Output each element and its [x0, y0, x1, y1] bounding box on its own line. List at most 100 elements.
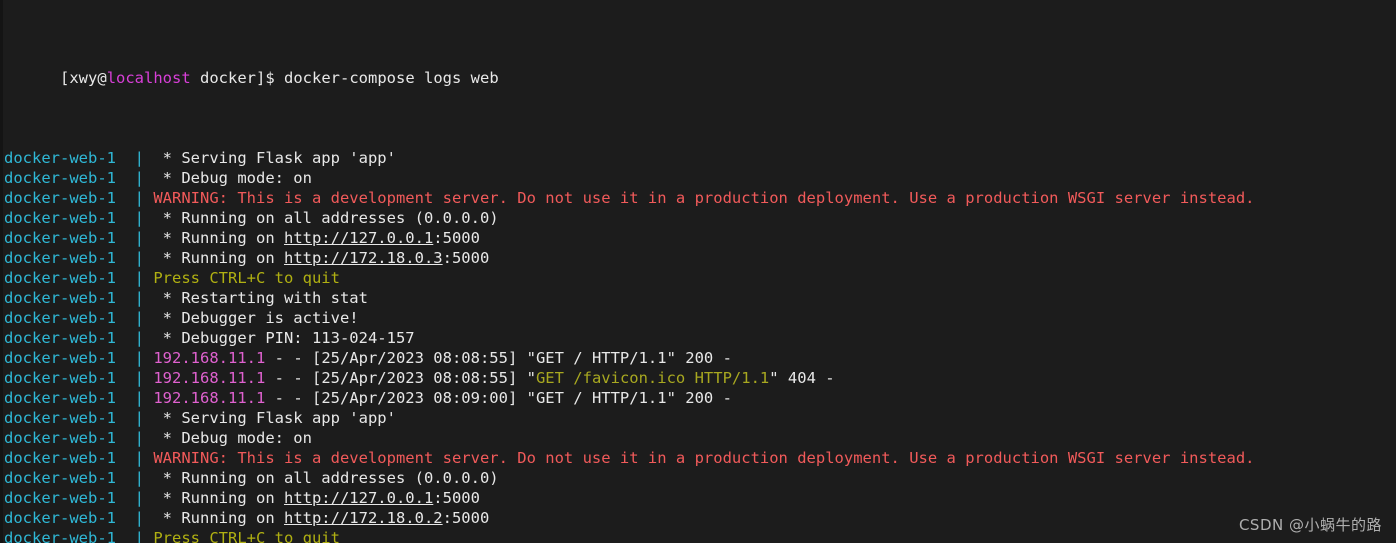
- log-segment: 192.168.11.1: [153, 389, 266, 407]
- log-line: docker-web-1 | WARNING: This is a develo…: [0, 448, 1396, 468]
- log-separator: |: [134, 329, 144, 347]
- container-name: docker-web-1: [4, 229, 135, 247]
- log-segment: WARNING: This is a development server. D…: [144, 189, 1255, 207]
- log-separator: |: [134, 469, 144, 487]
- log-separator: |: [134, 409, 144, 427]
- log-segment: * Running on all addresses (0.0.0.0): [144, 209, 499, 227]
- prompt-bracket-close: ]$: [256, 69, 285, 87]
- log-separator: |: [134, 149, 144, 167]
- container-name: docker-web-1: [4, 529, 135, 543]
- prompt-host: localhost: [106, 69, 191, 87]
- log-segment[interactable]: http://127.0.0.1: [284, 229, 433, 247]
- log-line: docker-web-1 | * Running on http://127.0…: [0, 488, 1396, 508]
- container-name: docker-web-1: [4, 429, 135, 447]
- log-segment: * Serving Flask app 'app': [144, 409, 396, 427]
- log-line: docker-web-1 | * Debugger PIN: 113-024-1…: [0, 328, 1396, 348]
- log-separator: |: [134, 189, 144, 207]
- log-segment: * Running on: [144, 229, 284, 247]
- log-separator: |: [134, 529, 144, 543]
- log-line: docker-web-1 | * Restarting with stat: [0, 288, 1396, 308]
- prompt-cwd: docker: [190, 69, 257, 87]
- prompt-line: [xwy@localhost docker]$ docker-compose l…: [0, 48, 1396, 87]
- container-name: docker-web-1: [4, 309, 135, 327]
- log-line: docker-web-1 | 192.168.11.1 - - [25/Apr/…: [0, 388, 1396, 408]
- prompt-command: docker-compose logs web: [284, 69, 499, 87]
- container-name: docker-web-1: [4, 209, 135, 227]
- log-separator: |: [134, 309, 144, 327]
- log-line: docker-web-1 | * Running on http://127.0…: [0, 228, 1396, 248]
- prompt-bracket-open: [: [60, 69, 70, 87]
- log-separator: |: [134, 369, 144, 387]
- log-segment: * Debugger PIN: 113-024-157: [144, 329, 415, 347]
- log-line: docker-web-1 | Press CTRL+C to quit: [0, 528, 1396, 543]
- log-line: docker-web-1 | * Running on http://172.1…: [0, 248, 1396, 268]
- log-segment: Press CTRL+C to quit: [144, 529, 340, 543]
- log-separator: |: [134, 289, 144, 307]
- container-name: docker-web-1: [4, 509, 135, 527]
- log-separator: |: [134, 389, 144, 407]
- log-segment: :5000: [442, 509, 490, 527]
- container-name: docker-web-1: [4, 449, 135, 467]
- log-separator: |: [134, 169, 144, 187]
- container-name: docker-web-1: [4, 169, 135, 187]
- container-name: docker-web-1: [4, 329, 135, 347]
- log-segment: * Running on all addresses (0.0.0.0): [144, 469, 499, 487]
- log-separator: |: [134, 429, 144, 447]
- container-name: docker-web-1: [4, 409, 135, 427]
- container-name: docker-web-1: [4, 189, 135, 207]
- log-line: docker-web-1 | * Running on http://172.1…: [0, 508, 1396, 528]
- log-separator: |: [134, 349, 144, 367]
- log-segment: * Debugger is active!: [144, 309, 359, 327]
- log-segment: 192.168.11.1: [153, 349, 266, 367]
- log-segment[interactable]: http://172.18.0.2: [284, 509, 443, 527]
- log-separator: |: [134, 489, 144, 507]
- log-segment: [144, 349, 153, 367]
- log-segment: * Debug mode: on: [144, 429, 312, 447]
- log-segment: * Running on: [144, 489, 284, 507]
- prompt-at: @: [97, 69, 107, 87]
- log-line: docker-web-1 | * Debug mode: on: [0, 168, 1396, 188]
- log-separator: |: [134, 249, 144, 267]
- log-segment: " 404 -: [769, 369, 835, 387]
- log-segment: * Running on: [144, 509, 284, 527]
- log-segment: WARNING: This is a development server. D…: [144, 449, 1255, 467]
- container-name: docker-web-1: [4, 469, 135, 487]
- container-name: docker-web-1: [4, 269, 135, 287]
- log-segment: * Serving Flask app 'app': [144, 149, 396, 167]
- log-separator: |: [134, 269, 144, 287]
- log-segment: :5000: [433, 229, 480, 247]
- log-line: docker-web-1 | * Serving Flask app 'app': [0, 148, 1396, 168]
- log-segment: - - [25/Apr/2023 08:09:00] "GET / HTTP/1…: [265, 389, 732, 407]
- log-segment[interactable]: http://172.18.0.3: [284, 249, 443, 267]
- log-line: docker-web-1 | * Running on all addresse…: [0, 208, 1396, 228]
- log-segment: GET /favicon.ico HTTP/1.1: [535, 369, 770, 387]
- log-segment: - - [25/Apr/2023 08:08:55] ": [265, 369, 536, 387]
- log-segment: [144, 369, 153, 387]
- container-name: docker-web-1: [4, 389, 135, 407]
- log-segment: - - [25/Apr/2023 08:08:55] "GET / HTTP/1…: [265, 349, 732, 367]
- log-segment: [144, 389, 153, 407]
- scrollbar-gutter: [0, 0, 3, 543]
- log-segment: * Debug mode: on: [144, 169, 312, 187]
- log-separator: |: [134, 229, 144, 247]
- log-line: docker-web-1 | 192.168.11.1 - - [25/Apr/…: [0, 348, 1396, 368]
- container-name: docker-web-1: [4, 369, 135, 387]
- log-segment: * Running on: [144, 249, 284, 267]
- log-line: docker-web-1 | * Running on all addresse…: [0, 468, 1396, 488]
- terminal-window[interactable]: [xwy@localhost docker]$ docker-compose l…: [0, 0, 1396, 543]
- log-separator: |: [134, 209, 144, 227]
- container-name: docker-web-1: [4, 289, 135, 307]
- container-name: docker-web-1: [4, 489, 135, 507]
- prompt-user: xwy: [69, 69, 98, 87]
- terminal-output: [xwy@localhost docker]$ docker-compose l…: [0, 0, 1396, 543]
- log-segment: * Restarting with stat: [144, 289, 368, 307]
- log-line: docker-web-1 | * Serving Flask app 'app': [0, 408, 1396, 428]
- log-line: docker-web-1 | * Debug mode: on: [0, 428, 1396, 448]
- log-separator: |: [134, 509, 144, 527]
- container-name: docker-web-1: [4, 149, 135, 167]
- log-segment: :5000: [433, 489, 480, 507]
- log-line: docker-web-1 | 192.168.11.1 - - [25/Apr/…: [0, 368, 1396, 388]
- log-line: docker-web-1 | WARNING: This is a develo…: [0, 188, 1396, 208]
- log-segment[interactable]: http://127.0.0.1: [284, 489, 433, 507]
- container-name: docker-web-1: [4, 249, 135, 267]
